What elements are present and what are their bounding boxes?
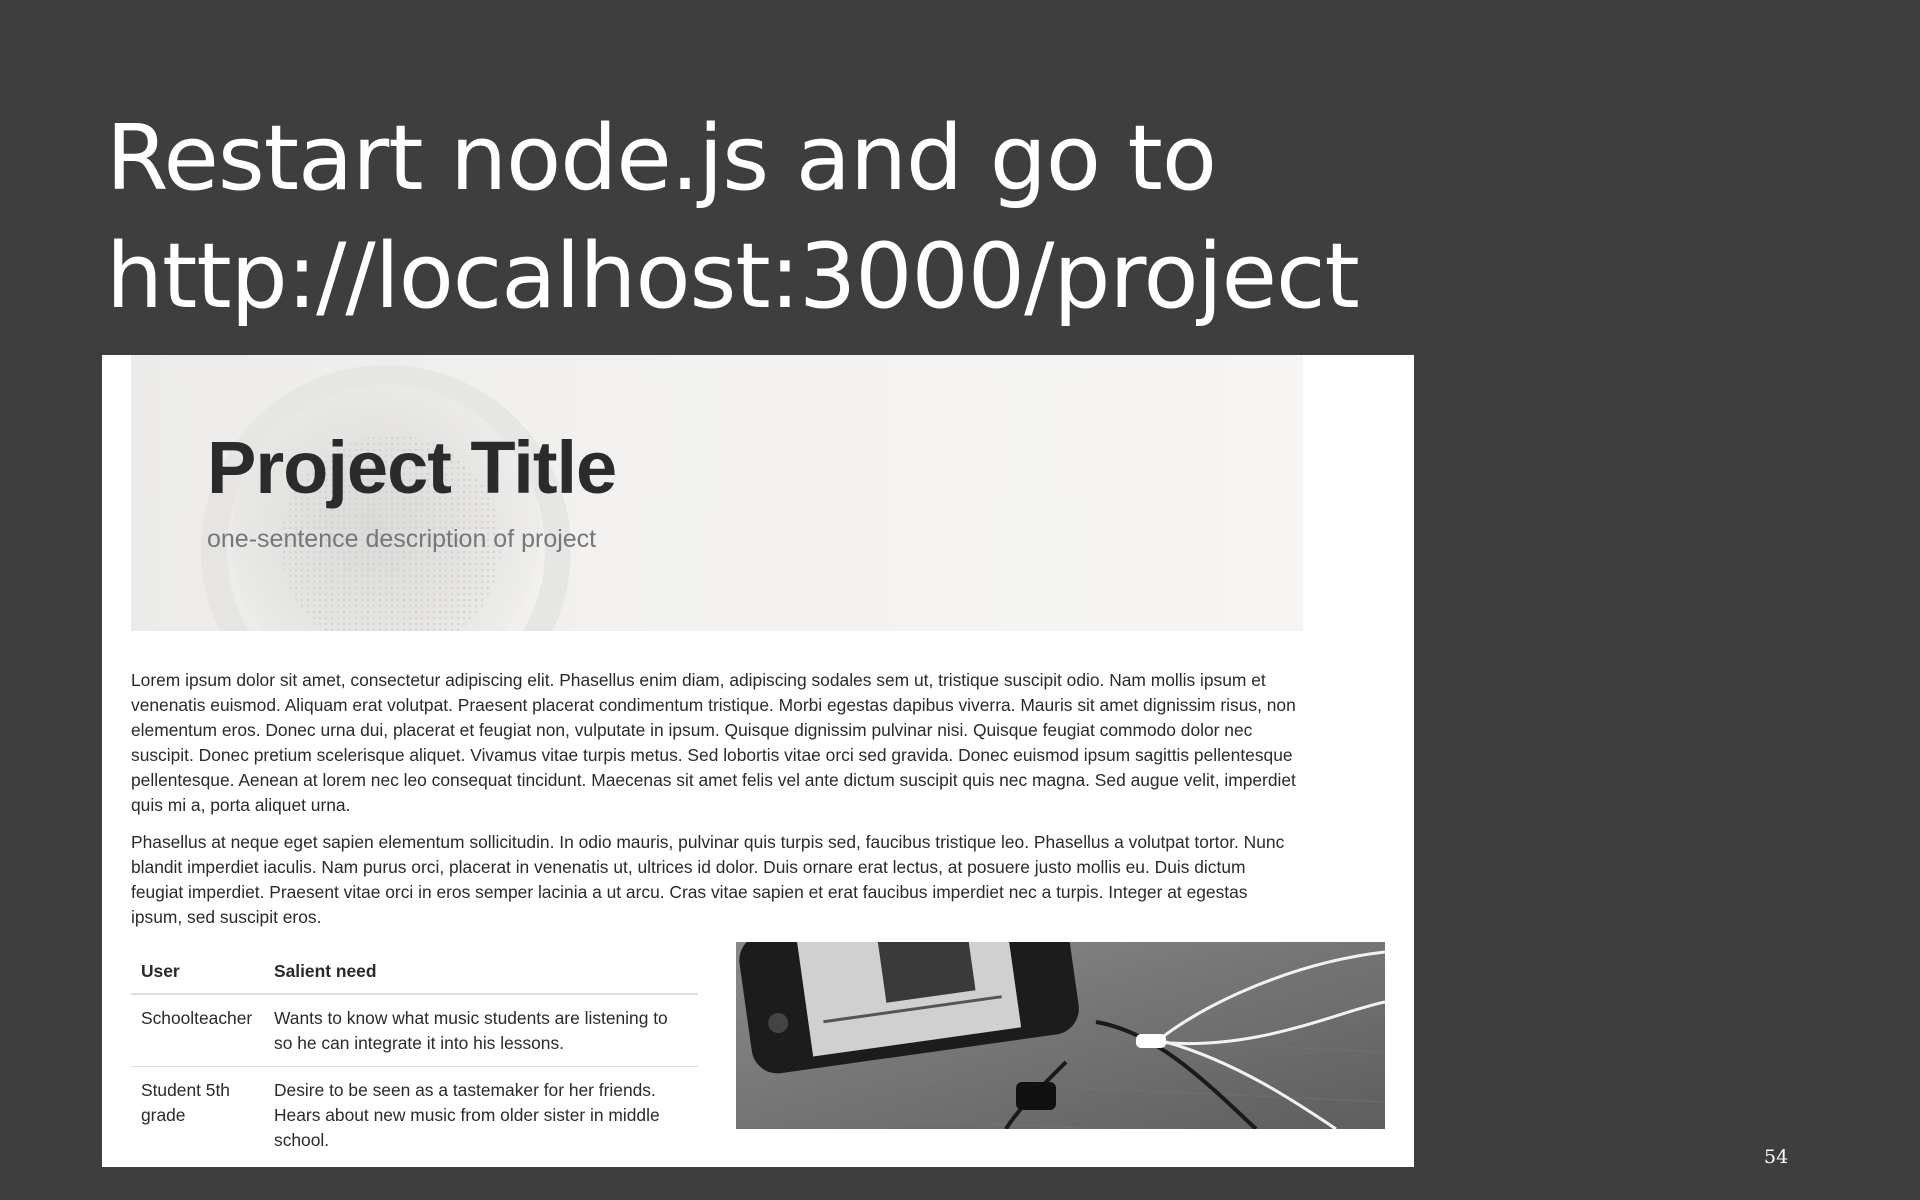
project-title: Project Title [207,426,617,509]
slide-title-line-2: http://localhost:3000/project [106,224,1360,329]
body-paragraph-1: Lorem ipsum dolor sit amet, consectetur … [131,670,1296,815]
table-cell-need: Wants to know what music students are li… [274,1008,668,1053]
slide-title: Restart node.js and go to http://localho… [106,100,1606,336]
table-row: Schoolteacher Wants to know what music s… [131,994,698,1067]
table-cell-need: Desire to be seen as a tastemaker for he… [264,1066,698,1163]
table-cell-user: Schoolteacher [141,1008,253,1028]
music-player-photo-illustration [736,942,1385,1129]
table-row: Student 5th grade Desire to be seen as a… [131,1066,698,1163]
slide-page-number: 54 [1764,1146,1789,1168]
body-paragraph-2: Phasellus at neque eget sapien elementum… [131,832,1285,927]
project-subtitle: one-sentence description of project [207,525,597,553]
music-player-photo [736,942,1385,1129]
slide-title-line-1: Restart node.js and go to [106,106,1217,211]
hero-banner: Project Title one-sentence description o… [131,355,1303,631]
project-page-screenshot: Project Title one-sentence description o… [102,355,1414,1167]
table-header-user: User [131,951,264,995]
table-cell-user: Student 5th grade [131,1066,264,1163]
table-header-row: User Salient need [131,951,698,995]
table-header-salient-need: Salient need [264,951,698,995]
user-needs-table: User Salient need Schoolteacher Wants to… [131,951,698,1163]
